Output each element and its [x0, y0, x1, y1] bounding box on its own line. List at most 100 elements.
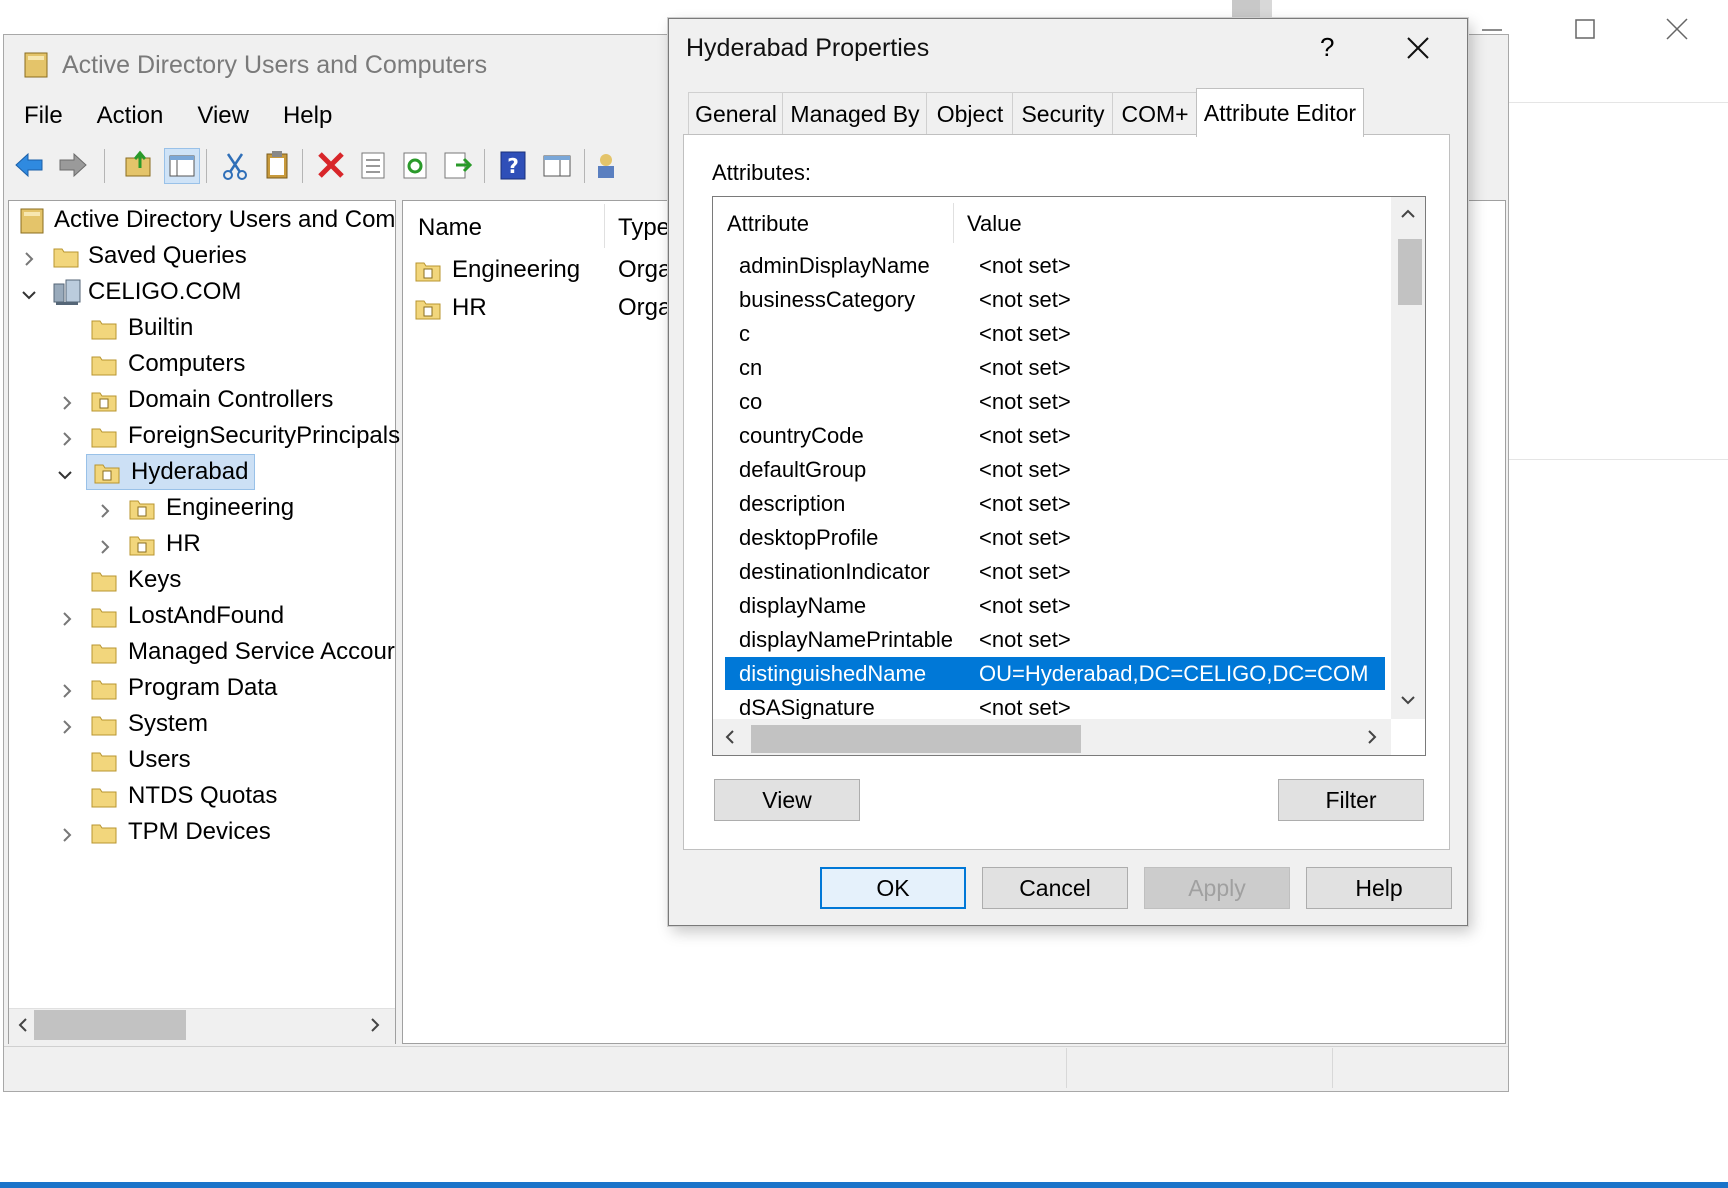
help-question-button[interactable]: ?	[1320, 32, 1334, 63]
attribute-row[interactable]: c <not set>	[725, 317, 1385, 350]
column-header-type[interactable]: Type	[618, 214, 670, 242]
tree-item-domain-controllers[interactable]: Domain Controllers	[90, 382, 333, 418]
attribute-row[interactable]: defaultGroup <not set>	[725, 453, 1385, 486]
attribute-row[interactable]: cn <not set>	[725, 351, 1385, 384]
up-folder-icon[interactable]	[122, 148, 156, 182]
scroll-left-icon[interactable]	[721, 728, 739, 746]
column-header-value[interactable]: Value	[967, 211, 1022, 237]
menu-file[interactable]: File	[24, 102, 63, 130]
attribute-value: <not set>	[979, 490, 1071, 516]
scroll-right-icon[interactable]	[1363, 728, 1381, 746]
scroll-down-icon[interactable]	[1399, 691, 1417, 709]
tree-item-lost-and-found[interactable]: LostAndFound	[90, 598, 284, 634]
list-item[interactable]: HR	[414, 294, 487, 322]
chevron-right-icon[interactable]	[58, 610, 76, 628]
view-button[interactable]: View	[714, 779, 860, 821]
filter-button[interactable]: Filter	[1278, 779, 1424, 821]
attributes-horizontal-scrollbar[interactable]	[713, 719, 1391, 755]
tab-object[interactable]: Object	[926, 92, 1014, 135]
attribute-row[interactable]: countryCode <not set>	[725, 419, 1385, 452]
column-separator[interactable]	[604, 204, 605, 248]
folder-icon	[91, 824, 117, 844]
help-icon[interactable]: ?	[496, 148, 530, 182]
chevron-right-icon[interactable]	[58, 718, 76, 736]
attribute-row-selected[interactable]: distinguishedName OU=Hyderabad,DC=CELIGO,…	[725, 657, 1385, 690]
show-hide-action-pane-icon[interactable]	[540, 148, 574, 182]
chevron-right-icon[interactable]	[96, 538, 114, 556]
menu-view[interactable]: View	[197, 102, 249, 130]
back-arrow-icon[interactable]	[12, 148, 46, 182]
dialog-close-icon[interactable]	[1400, 30, 1436, 66]
attribute-row[interactable]: displayName <not set>	[725, 589, 1385, 622]
scroll-up-icon[interactable]	[1399, 205, 1417, 223]
tree-scroll-thumb[interactable]	[34, 1010, 186, 1040]
attributes-scroll-thumb[interactable]	[1398, 239, 1422, 305]
close-icon[interactable]	[1664, 16, 1690, 42]
tree-label: Computers	[128, 350, 246, 377]
chevron-down-icon[interactable]	[56, 466, 74, 484]
delete-icon[interactable]	[314, 148, 348, 182]
menu-help[interactable]: Help	[283, 102, 332, 130]
attribute-row[interactable]: co <not set>	[725, 385, 1385, 418]
column-header-attribute[interactable]: Attribute	[727, 211, 809, 237]
properties-icon[interactable]	[356, 148, 390, 182]
column-separator[interactable]	[953, 203, 954, 243]
chevron-right-icon[interactable]	[96, 502, 114, 520]
tab-security[interactable]: Security	[1012, 92, 1114, 135]
chevron-right-icon[interactable]	[20, 250, 38, 268]
tab-general[interactable]: General	[688, 92, 784, 135]
tree-item-engineering[interactable]: Engineering	[128, 490, 294, 526]
aduc-root-icon	[20, 208, 44, 234]
tab-managed-by[interactable]: Managed By	[782, 92, 928, 135]
tree-item-ntds-quotas[interactable]: NTDS Quotas	[90, 778, 277, 814]
tree-item-hr[interactable]: HR	[128, 526, 201, 562]
tab-com-plus[interactable]: COM+	[1112, 92, 1198, 135]
attributes-vertical-scrollbar[interactable]	[1391, 197, 1425, 719]
tree-item-hyderabad[interactable]: Hyderabad	[86, 454, 256, 490]
tree-root[interactable]: Active Directory Users and Com	[18, 202, 395, 238]
refresh-icon[interactable]	[398, 148, 432, 182]
tree-item-tpm-devices[interactable]: TPM Devices	[90, 814, 271, 850]
forward-arrow-icon[interactable]	[56, 148, 90, 182]
tree-item-computers[interactable]: Computers	[90, 346, 245, 382]
tree-item-foreign-security-principals[interactable]: ForeignSecurityPrincipals	[90, 418, 400, 454]
attribute-row[interactable]: adminDisplayName <not set>	[725, 249, 1385, 282]
apply-button[interactable]: Apply	[1144, 867, 1290, 909]
tree-item-system[interactable]: System	[90, 706, 208, 742]
new-user-icon[interactable]	[592, 148, 626, 182]
attribute-row[interactable]: businessCategory <not set>	[725, 283, 1385, 316]
tree-item-keys[interactable]: Keys	[90, 562, 181, 598]
tree-item-saved-queries[interactable]: Saved Queries	[52, 238, 247, 274]
cancel-button[interactable]: Cancel	[982, 867, 1128, 909]
scroll-right-icon[interactable]	[366, 1016, 384, 1034]
chevron-right-icon[interactable]	[58, 430, 76, 448]
chevron-right-icon[interactable]	[58, 682, 76, 700]
tree-item-program-data[interactable]: Program Data	[90, 670, 277, 706]
attribute-row[interactable]: desktopProfile <not set>	[725, 521, 1385, 554]
scroll-left-icon[interactable]	[14, 1016, 32, 1034]
tree-item-builtin[interactable]: Builtin	[90, 310, 193, 346]
tab-attribute-editor[interactable]: Attribute Editor	[1196, 88, 1364, 137]
attribute-row[interactable]: destinationIndicator <not set>	[725, 555, 1385, 588]
attribute-value: <not set>	[979, 592, 1071, 618]
chevron-right-icon[interactable]	[58, 826, 76, 844]
chevron-right-icon[interactable]	[58, 394, 76, 412]
tree-item-domain[interactable]: CELIGO.COM	[52, 274, 241, 310]
ok-button[interactable]: OK	[820, 867, 966, 909]
column-header-name[interactable]: Name	[418, 214, 482, 242]
chevron-down-icon[interactable]	[20, 286, 38, 304]
tree-item-users[interactable]: Users	[90, 742, 191, 778]
attributes-hscroll-thumb[interactable]	[751, 725, 1081, 753]
attributes-list[interactable]: Attribute Value adminDisplayName <not set…	[712, 196, 1426, 756]
show-console-tree-icon[interactable]	[164, 148, 200, 184]
clipboard-icon[interactable]	[260, 148, 294, 182]
tree-item-managed-service-accounts[interactable]: Managed Service Accour	[90, 634, 395, 670]
maximize-icon[interactable]	[1574, 18, 1596, 40]
export-list-icon[interactable]	[440, 148, 474, 182]
help-button[interactable]: Help	[1306, 867, 1452, 909]
attribute-row[interactable]: description <not set>	[725, 487, 1385, 520]
attribute-row[interactable]: displayNamePrintable <not set>	[725, 623, 1385, 656]
list-item[interactable]: Engineering	[414, 256, 580, 284]
cut-icon[interactable]	[218, 148, 252, 182]
menu-action[interactable]: Action	[97, 102, 164, 130]
